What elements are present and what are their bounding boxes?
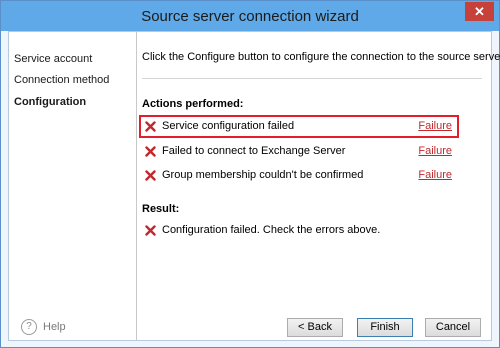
window-title: Source server connection wizard xyxy=(141,8,359,25)
action-text: Group membership couldn't be confirmed xyxy=(162,169,364,181)
x-error-icon xyxy=(145,225,156,236)
action-row-exchange-connection: Failed to connect to Exchange Server Fai… xyxy=(142,143,456,160)
x-error-icon xyxy=(145,121,156,132)
failure-link[interactable]: Failure xyxy=(418,145,452,157)
x-error-icon xyxy=(145,146,156,157)
help-icon[interactable]: ? xyxy=(21,319,37,335)
action-text: Service configuration failed xyxy=(162,120,295,132)
action-row-service-configuration: Service configuration failed Failure xyxy=(139,115,459,138)
x-error-icon xyxy=(145,170,156,181)
wizard-steps-sidebar: Service account Connection method Config… xyxy=(9,32,136,340)
sidebar-item-configuration[interactable]: Configuration xyxy=(14,96,86,108)
section-separator xyxy=(142,78,482,79)
result-text: Configuration failed. Check the errors a… xyxy=(162,224,381,236)
help-label[interactable]: Help xyxy=(43,321,66,333)
intro-text: Click the Configure button to configure … xyxy=(142,51,500,63)
action-text: Failed to connect to Exchange Server xyxy=(162,145,346,157)
title-bar[interactable]: Source server connection wizard ✕ xyxy=(1,1,499,31)
failure-link[interactable]: Failure xyxy=(418,120,452,132)
result-row: Configuration failed. Check the errors a… xyxy=(142,222,456,239)
cancel-button[interactable]: Cancel xyxy=(425,318,481,337)
finish-button[interactable]: Finish xyxy=(357,318,413,337)
actions-heading: Actions performed: xyxy=(142,98,244,110)
sidebar-item-service-account[interactable]: Service account xyxy=(14,53,92,65)
close-button[interactable]: ✕ xyxy=(465,2,494,21)
sidebar-item-connection-method[interactable]: Connection method xyxy=(14,74,109,86)
wizard-window: Source server connection wizard ✕ Servic… xyxy=(0,0,500,348)
action-row-group-membership: Group membership couldn't be confirmed F… xyxy=(142,167,456,184)
failure-link[interactable]: Failure xyxy=(418,169,452,181)
wizard-body: Service account Connection method Config… xyxy=(8,31,500,341)
result-heading: Result: xyxy=(142,203,180,215)
main-panel: Click the Configure button to configure … xyxy=(137,32,500,340)
back-button[interactable]: < Back xyxy=(287,318,343,337)
help-link[interactable]: ? Help xyxy=(21,319,81,337)
